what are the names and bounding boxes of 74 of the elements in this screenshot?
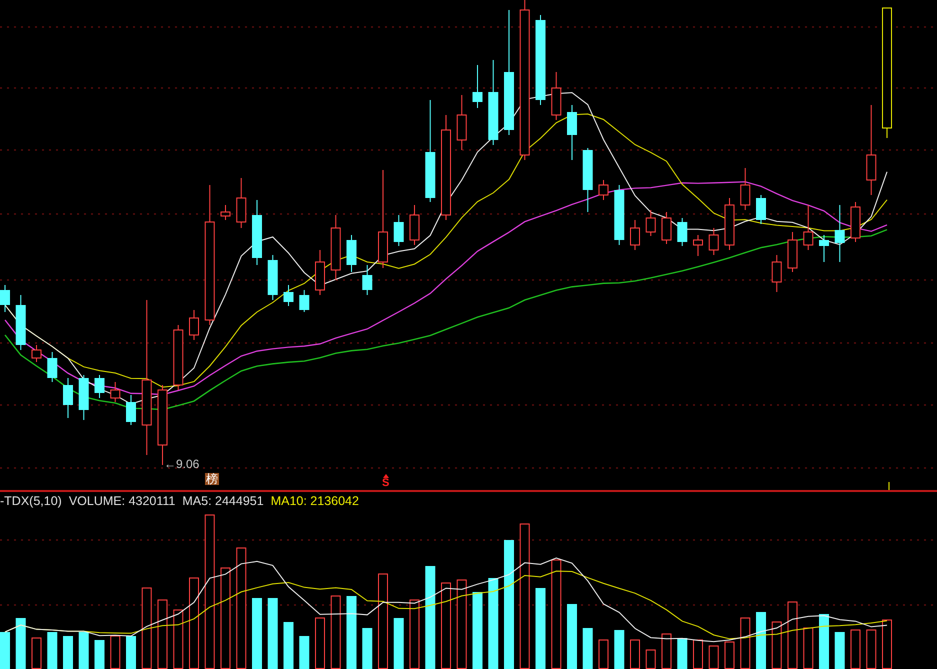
volume-bar (47, 632, 58, 669)
candlestick (646, 210, 656, 236)
volume-bar (756, 612, 766, 669)
volume-bar (63, 636, 73, 669)
candlestick (834, 204, 845, 262)
candlestick (94, 374, 104, 398)
volume-bar (819, 614, 829, 669)
candlestick (803, 204, 814, 250)
list-badge: 榜 (205, 473, 219, 485)
tick-mark (888, 482, 890, 490)
volume-bar (0, 632, 10, 669)
volume-bar (284, 622, 294, 669)
candlestick (662, 212, 672, 244)
volume-bar (582, 628, 593, 669)
volume-bar (362, 628, 372, 669)
candlestick (756, 194, 766, 224)
candlestick (330, 214, 341, 280)
candlestick (551, 72, 562, 120)
volume-bar (567, 604, 577, 669)
indicator-value: -TDX(5,10) (0, 494, 62, 508)
candlestick (772, 254, 782, 292)
candlestick (598, 180, 608, 200)
volume-bar (299, 636, 310, 669)
candlestick (850, 202, 860, 242)
volume-bar (78, 632, 89, 669)
candlestick (677, 218, 688, 246)
volume-bar (834, 632, 845, 669)
volume-bar (268, 598, 278, 669)
candlestick (567, 104, 577, 160)
candlestick (173, 324, 184, 390)
candlestick (740, 168, 750, 210)
candlestick (284, 284, 294, 306)
candlestick (0, 284, 10, 312)
candlestick (788, 232, 798, 272)
candlestick (126, 394, 136, 426)
volume-bar (677, 638, 688, 669)
candlestick (614, 184, 624, 246)
up-arrow-icon (382, 474, 389, 478)
candlestick (268, 254, 278, 300)
candlestick (16, 294, 26, 350)
signal-mark: S (382, 478, 390, 489)
low-price-label: ←9.06 (164, 458, 200, 470)
candlestick (252, 200, 262, 266)
candlestick (346, 234, 356, 272)
candlestick (630, 220, 640, 250)
volume-bar (252, 598, 262, 669)
candlestick (315, 250, 325, 296)
candlestick (456, 94, 467, 150)
candlestick (63, 378, 73, 418)
candlestick (410, 204, 420, 246)
candlestick (47, 352, 58, 382)
candlestick (724, 198, 734, 250)
candlestick (220, 204, 230, 220)
candlestick (362, 264, 372, 296)
candlestick (582, 148, 593, 212)
indicator-value: MA5: 2444951 (182, 494, 264, 508)
candlestick (299, 290, 310, 312)
candlestick (394, 214, 404, 246)
candlestick (236, 178, 246, 228)
candlestick (819, 234, 829, 262)
indicator-value: VOLUME: 4320111 (68, 494, 176, 508)
candlestick (472, 64, 482, 108)
volume-bar (94, 640, 104, 669)
candlestick (693, 234, 703, 256)
indicator-value: MA10: 2136042 (270, 494, 359, 508)
candlestick (78, 374, 89, 420)
candlestick (110, 382, 120, 402)
volume-bar (126, 636, 136, 669)
volume-bar (16, 618, 26, 669)
candlestick (708, 228, 719, 256)
candlestick (32, 344, 42, 362)
volume-bar (394, 618, 404, 669)
candlestick (189, 310, 199, 340)
volume-bar (614, 630, 624, 669)
